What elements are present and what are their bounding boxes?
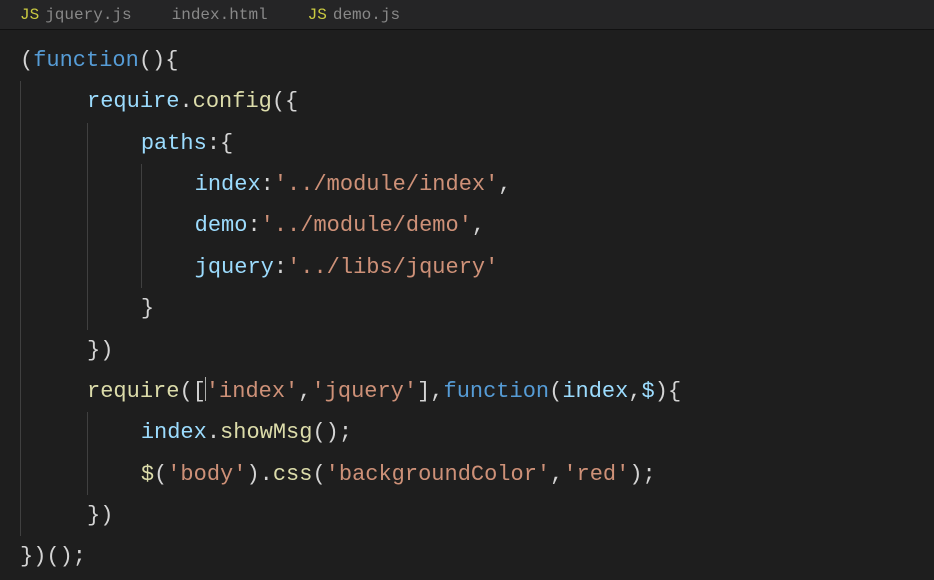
tab-demo[interactable]: JS demo.js <box>288 0 420 29</box>
string: 'red' <box>563 462 629 487</box>
code-editor[interactable]: (function(){ require.config({ paths:{ in… <box>0 30 934 578</box>
code-token: showMsg <box>220 420 312 445</box>
code-line: }) <box>20 330 934 371</box>
tab-jquery[interactable]: JS jquery.js <box>0 0 152 29</box>
code-line: })(); <box>20 536 934 577</box>
code-token: ( <box>312 462 325 487</box>
tab-index[interactable]: index.html <box>152 0 288 29</box>
code-token: ], <box>417 379 443 404</box>
code-line: require(['index','jquery'],function(inde… <box>20 371 934 412</box>
code-token: . <box>179 89 192 114</box>
code-token: })(); <box>20 544 86 569</box>
code-token: }) <box>87 503 113 528</box>
code-line: require.config({ <box>20 81 934 122</box>
code-line: index:'../module/index', <box>20 164 934 205</box>
code-line: index.showMsg(); <box>20 412 934 453</box>
code-token: require <box>87 379 179 404</box>
code-token: jquery <box>195 255 274 280</box>
code-token: ([ <box>179 379 205 404</box>
code-line: jquery:'../libs/jquery' <box>20 247 934 288</box>
string: 'backgroundColor' <box>326 462 550 487</box>
code-token: index <box>141 420 207 445</box>
code-token: } <box>141 296 154 321</box>
code-token: $ <box>141 462 154 487</box>
string: '../module/index' <box>274 172 498 197</box>
code-token: index <box>195 172 261 197</box>
code-token: css <box>273 462 313 487</box>
js-icon: JS <box>308 6 327 24</box>
code-line: demo:'../module/demo', <box>20 205 934 246</box>
code-token: require <box>87 89 179 114</box>
code-token: : <box>247 213 260 238</box>
code-token: : <box>274 255 287 280</box>
tab-bar: JS jquery.js index.html JS demo.js <box>0 0 934 30</box>
code-token: ). <box>246 462 272 487</box>
tab-label: index.html <box>172 6 268 24</box>
code-token: $ <box>642 379 655 404</box>
code-token: , <box>298 379 311 404</box>
keyword: function <box>33 48 139 73</box>
string: '../libs/jquery' <box>287 255 498 280</box>
string: 'jquery' <box>311 379 417 404</box>
text-cursor <box>205 377 206 401</box>
code-token: }) <box>87 338 113 363</box>
code-line: }) <box>20 495 934 536</box>
code-token: ){ <box>655 379 681 404</box>
code-token: (); <box>312 420 352 445</box>
code-token: , <box>550 462 563 487</box>
code-token: , <box>628 379 641 404</box>
tab-label: jquery.js <box>45 6 131 24</box>
code-token: . <box>207 420 220 445</box>
code-token: (){ <box>139 48 179 73</box>
code-token: ({ <box>272 89 298 114</box>
string: 'index' <box>206 379 298 404</box>
tab-label: demo.js <box>333 6 400 24</box>
keyword: function <box>444 379 550 404</box>
code-line: (function(){ <box>20 40 934 81</box>
code-token: ( <box>154 462 167 487</box>
code-token: , <box>498 172 511 197</box>
code-token: index <box>562 379 628 404</box>
code-token: ); <box>629 462 655 487</box>
code-token: ( <box>549 379 562 404</box>
code-token: : <box>261 172 274 197</box>
code-token: demo <box>195 213 248 238</box>
code-line: } <box>20 288 934 329</box>
code-line: $('body').css('backgroundColor','red'); <box>20 454 934 495</box>
code-token: :{ <box>207 131 233 156</box>
code-line: paths:{ <box>20 123 934 164</box>
code-token: paths <box>141 131 207 156</box>
code-token: , <box>472 213 485 238</box>
code-token: config <box>193 89 272 114</box>
string: 'body' <box>167 462 246 487</box>
js-icon: JS <box>20 6 39 24</box>
code-token: ( <box>20 48 33 73</box>
string: '../module/demo' <box>261 213 472 238</box>
